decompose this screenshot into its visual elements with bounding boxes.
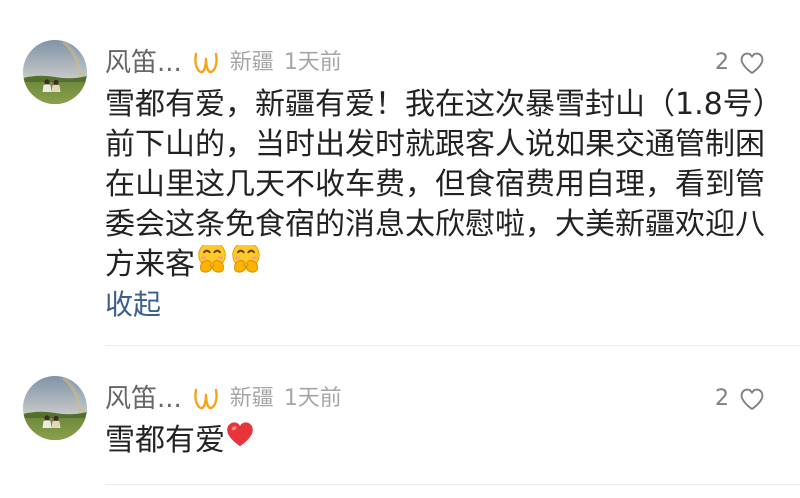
username[interactable]: 风笛... (105, 48, 182, 78)
comment-list: 风笛... 新疆 1天前 2 雪都有爱，新疆有爱！我在这次暴雪封山（1.8号） … (0, 0, 800, 498)
comment-divider (105, 484, 800, 485)
comment-header: 风笛... 新疆 1天前 (105, 384, 342, 414)
comment-body[interactable]: 雪都有爱 (105, 421, 795, 461)
comment-item: 风笛... 新疆 1天前 2 雪都有爱，新疆有爱！我在这次暴雪封山（1.8号） … (0, 40, 800, 346)
orange-badge-icon (192, 50, 220, 76)
user-avatar[interactable] (23, 376, 87, 440)
comment-header: 风笛... 新疆 1天前 (105, 48, 342, 78)
hand-over-mouth-emoji (195, 245, 229, 285)
red-heart-emoji (225, 421, 255, 459)
comment-item: 风笛... 新疆 1天前 2 雪都有爱 (0, 376, 800, 485)
comment-text-line: 在山里这几天不收车费，但食宿费用自理，看到管 (105, 167, 765, 202)
comment-text-fragment: 方来客 (105, 247, 195, 282)
like-button[interactable]: 2 (715, 48, 765, 78)
hand-over-mouth-emoji (229, 245, 263, 285)
avatar-photo-icon (23, 376, 87, 440)
heart-outline-icon (739, 387, 765, 411)
location-label: 新疆 (229, 386, 274, 411)
comment-body[interactable]: 雪都有爱，新疆有爱！我在这次暴雪封山（1.8号） 前下山的，当时出发时就跟客人说… (105, 85, 795, 325)
avatar-photo-icon (23, 40, 87, 104)
user-avatar[interactable] (23, 40, 87, 104)
like-count: 2 (715, 50, 729, 75)
comment-text-line-last: 方来客 (105, 245, 795, 285)
comment-text-line: 委会这条免食宿的消息太欣慰啦，大美新疆欢迎八 (105, 207, 765, 242)
comment-text-line-last: 雪都有爱 (105, 421, 795, 461)
comment-text-line: 前下山的，当时出发时就跟客人说如果交通管制困 (105, 127, 765, 162)
heart-outline-icon (739, 51, 765, 75)
comment-divider (105, 345, 800, 346)
username[interactable]: 风笛... (105, 384, 182, 414)
like-count: 2 (715, 386, 729, 411)
comment-text-line: 雪都有爱，新疆有爱！我在这次暴雪封山（1.8号） (105, 87, 783, 122)
location-label: 新疆 (229, 50, 274, 75)
comment-text-fragment: 雪都有爱 (105, 423, 225, 458)
timestamp: 1天前 (283, 50, 342, 75)
timestamp: 1天前 (283, 386, 342, 411)
like-button[interactable]: 2 (715, 384, 765, 414)
collapse-link[interactable]: 收起 (105, 285, 161, 325)
orange-badge-icon (192, 386, 220, 412)
